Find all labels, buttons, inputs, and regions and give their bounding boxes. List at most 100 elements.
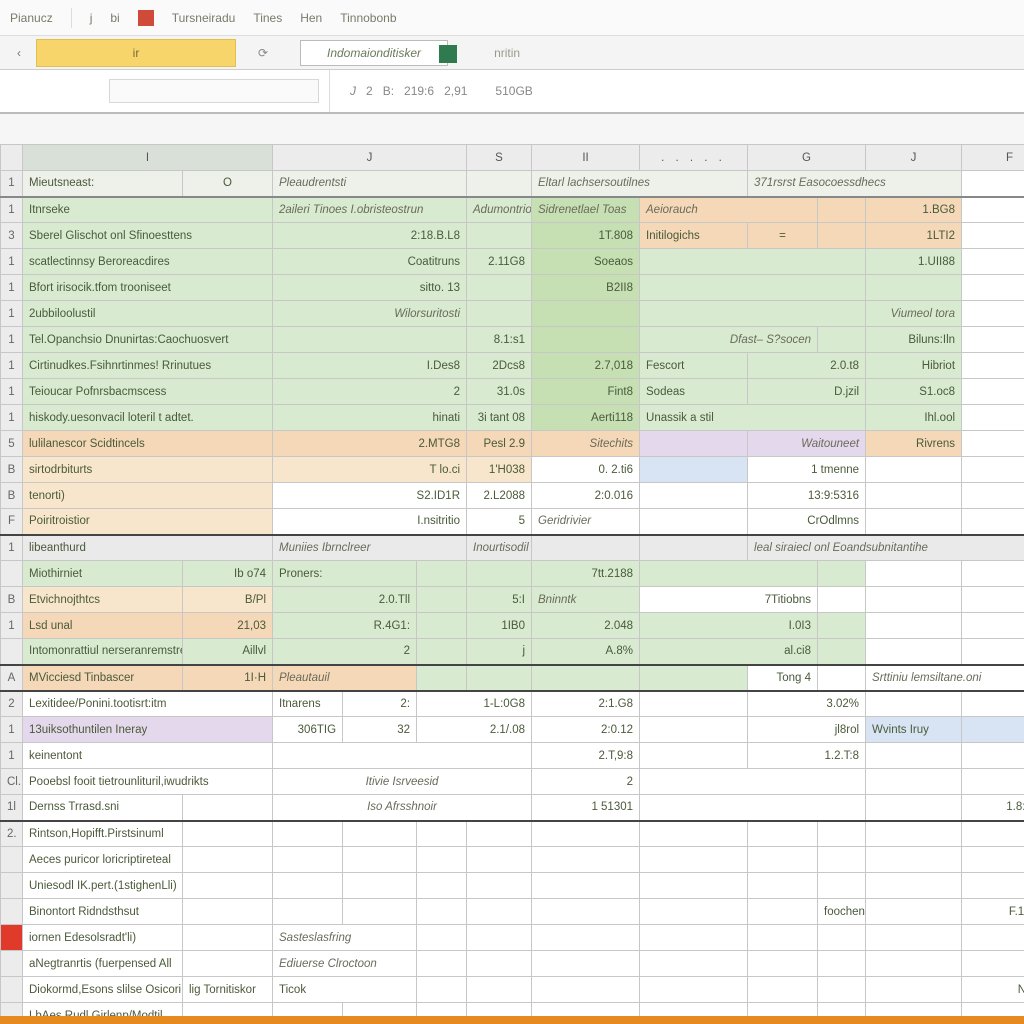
row-27[interactable]: Aeces puricor loricriptireteal <box>1 847 1024 873</box>
menu-item-5[interactable]: Tines <box>253 11 282 25</box>
row-24[interactable]: Cl. Pooebsl fooit tietrounlituril,iwudri… <box>1 769 1024 795</box>
cell[interactable]: MVicciesd Tinbascer <box>23 665 183 691</box>
cell[interactable]: Aeces puricor loricriptireteal <box>23 847 183 873</box>
row-head[interactable]: 5 <box>1 431 23 457</box>
row-head[interactable]: 1 <box>1 379 23 405</box>
cell[interactable]: 13:9:5316 <box>748 483 866 509</box>
row-head-1[interactable]: 1 <box>1 171 23 197</box>
row-13[interactable]: B tenorti) S2.ID1R 2.L2088 2:0.016 13:9:… <box>1 483 1024 509</box>
cell[interactable]: Dernss Trrasd.sni <box>23 795 183 821</box>
cell[interactable] <box>866 509 962 535</box>
row-3[interactable]: 3 Sberel Glischot onl Sfinoesttens 2:18.… <box>1 223 1024 249</box>
cell[interactable] <box>866 483 962 509</box>
cell[interactable] <box>818 197 866 223</box>
cell[interactable] <box>532 535 640 561</box>
cell[interactable] <box>866 769 962 795</box>
cell[interactable] <box>640 275 866 301</box>
cell[interactable] <box>532 327 640 353</box>
spreadsheet-grid[interactable]: I J S II . . . . . G J F 1 Mieutsneast: … <box>0 144 1024 1024</box>
cell[interactable]: Ib o74 <box>183 561 273 587</box>
row-head[interactable]: A <box>1 665 23 691</box>
cell[interactable]: I.Des8 <box>273 353 467 379</box>
cell[interactable]: j <box>467 639 532 665</box>
cell[interactable]: Initilogichs <box>640 223 748 249</box>
cell[interactable]: Aerti118 <box>532 405 640 431</box>
cell[interactable] <box>640 691 748 717</box>
fx-button[interactable]: J <box>350 84 356 98</box>
cell[interactable]: Soeaos <box>532 249 640 275</box>
cell[interactable]: sitto. 13 <box>273 275 467 301</box>
cell[interactable] <box>962 587 1024 613</box>
cell[interactable]: 2.T,9:8 <box>532 743 640 769</box>
row-head[interactable]: B <box>1 587 23 613</box>
cell[interactable]: Pooebsl fooit tietrounlituril,iwudrikts <box>23 769 273 795</box>
cell[interactable]: T lo.ci <box>273 457 467 483</box>
cell[interactable]: I.0I3 <box>640 613 818 639</box>
cell[interactable]: Teioucar Pofnrsbacmscess <box>23 379 273 405</box>
cell[interactable] <box>532 665 640 691</box>
cell[interactable] <box>962 197 1024 223</box>
menu-item-7[interactable]: Tinnobonb <box>340 11 396 25</box>
cell[interactable]: Bninntk <box>532 587 640 613</box>
name-box-input[interactable] <box>109 79 319 103</box>
cell[interactable]: 7tt.2188 <box>532 561 640 587</box>
cell[interactable]: O <box>183 171 273 197</box>
cell[interactable]: Wilorsuritosti <box>273 301 467 327</box>
col-header-II[interactable]: II <box>532 145 640 171</box>
cell[interactable]: D.jzil <box>748 379 866 405</box>
cell[interactable] <box>866 561 962 587</box>
cell[interactable]: leal siraiecl onl Eoandsubnitantihe <box>748 535 1024 561</box>
cell[interactable] <box>818 561 866 587</box>
cell[interactable]: Fint8 <box>532 379 640 405</box>
cell[interactable]: Rintson,Hopifft.Pirstsinuml <box>23 821 183 847</box>
row-32[interactable]: Diokormd,Esons slilse Osicori lig Tornit… <box>1 977 1024 1003</box>
cell[interactable]: Lsd unal <box>23 613 183 639</box>
cell[interactable]: Viumeol tora <box>866 301 962 327</box>
reload-button[interactable]: ⟳ <box>252 42 274 64</box>
cell[interactable] <box>962 769 1024 795</box>
row-16[interactable]: Miothirniet Ib o74 Proners: 7tt.2188 <box>1 561 1024 587</box>
cell[interactable]: 2aileri Tinoes I.obristeostrun <box>273 197 467 223</box>
row-head[interactable]: B <box>1 457 23 483</box>
cell[interactable]: 2:1.G8 <box>532 691 640 717</box>
cell[interactable]: 1.UII88 <box>866 249 962 275</box>
cell[interactable]: Proners: <box>273 561 417 587</box>
cell[interactable]: hinati <box>273 405 467 431</box>
row-4[interactable]: 1 scatlectinnsy Beroreacdires Coatitruns… <box>1 249 1024 275</box>
cell[interactable] <box>640 457 748 483</box>
cell[interactable]: 1.2.T:8 <box>748 743 866 769</box>
cell[interactable] <box>962 431 1024 457</box>
cell[interactable]: 2:18.B.L8 <box>273 223 467 249</box>
cell[interactable]: S1.oc8 <box>866 379 962 405</box>
cell[interactable]: I.nsitritio <box>273 509 467 535</box>
cell[interactable]: Ninfod <box>962 977 1024 1003</box>
cell[interactable] <box>640 743 748 769</box>
cell[interactable]: Pleautauil <box>273 665 417 691</box>
row-11[interactable]: 5 lulilanescor Scidtincels 2.MTG8 Pesl 2… <box>1 431 1024 457</box>
cell[interactable] <box>640 561 818 587</box>
cell[interactable]: Wvints Iruy <box>866 717 962 743</box>
row-head[interactable]: 3 <box>1 223 23 249</box>
cell[interactable]: 2.0.Tll <box>273 587 417 613</box>
cell[interactable]: 13uiksothuntilen Ineray <box>23 717 273 743</box>
cell[interactable]: Eltarl lachsersoutilnes <box>532 171 748 197</box>
cell[interactable] <box>866 587 962 613</box>
col-header-G[interactable]: G <box>748 145 866 171</box>
cell[interactable]: Diokormd,Esons slilse Osicori <box>23 977 183 1003</box>
row-20[interactable]: A MVicciesd Tinbascer 1I·H Pleautauil To… <box>1 665 1024 691</box>
cell[interactable]: 1T.808 <box>532 223 640 249</box>
menu-item-6[interactable]: Hen <box>300 11 322 25</box>
cell[interactable]: R.4G1: <box>273 613 417 639</box>
cell[interactable]: Aeiorauch <box>640 197 818 223</box>
cell[interactable]: Coatitruns <box>273 249 467 275</box>
cell[interactable]: 2 <box>273 379 467 405</box>
cell[interactable] <box>417 665 467 691</box>
cell[interactable]: iornen Edesolsradt'li) <box>23 925 183 951</box>
cell[interactable] <box>640 301 866 327</box>
cell[interactable] <box>962 743 1024 769</box>
row-head[interactable]: 2 <box>1 691 23 717</box>
sheet-tab-grip-icon[interactable] <box>439 45 457 63</box>
cell[interactable]: Sitechits <box>532 431 640 457</box>
cell[interactable]: 2.048 <box>532 613 640 639</box>
cell[interactable] <box>467 301 532 327</box>
